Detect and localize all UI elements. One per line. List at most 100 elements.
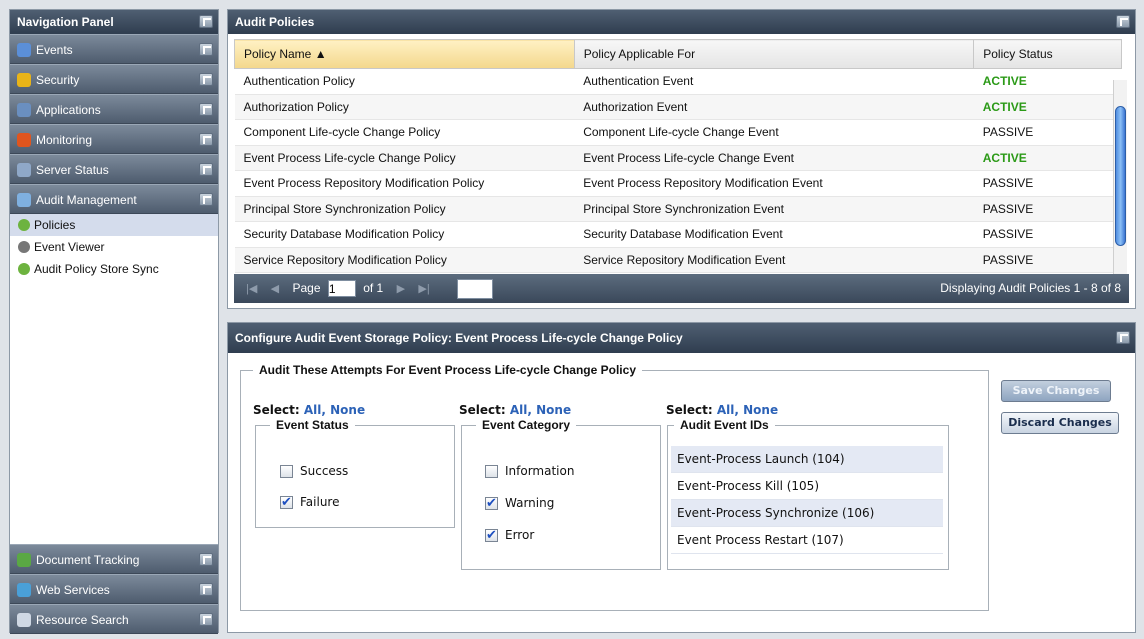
policy-name-cell: Authorization Policy xyxy=(234,94,575,120)
warning-checkbox[interactable]: Warning xyxy=(485,494,554,514)
column-header-policy-status[interactable]: Policy Status xyxy=(973,39,1122,69)
expand-section-icon[interactable] xyxy=(199,133,213,146)
nav-section-server-status[interactable]: Server Status xyxy=(10,154,218,184)
sidebar-item-label: Event Viewer xyxy=(34,240,105,254)
table-row[interactable]: Service Repository Modification Policy Se… xyxy=(234,247,1122,273)
nav-section-security[interactable]: Security xyxy=(10,64,218,94)
configure-policy-title: Configure Audit Event Storage Policy: Ev… xyxy=(228,323,1135,353)
collapse-config-icon[interactable] xyxy=(1116,331,1130,344)
server-status-icon xyxy=(17,163,31,177)
expand-section-icon[interactable] xyxy=(199,103,213,116)
failure-checkbox[interactable]: Failure xyxy=(280,493,339,513)
last-page-icon[interactable]: ▶| xyxy=(418,283,429,295)
event-ids-select-none-link[interactable]: None xyxy=(743,403,778,417)
next-page-icon[interactable]: ▶ xyxy=(397,283,405,295)
previous-page-icon[interactable]: ◀ xyxy=(271,283,279,295)
event-status-select-none-link[interactable]: None xyxy=(330,403,365,417)
failure-checkbox-box[interactable] xyxy=(280,494,293,512)
expand-section-icon[interactable] xyxy=(199,43,213,56)
table-row[interactable]: Component Life-cycle Change Policy Compon… xyxy=(234,119,1122,146)
discard-changes-button[interactable]: Discard Changes xyxy=(1001,412,1119,434)
sidebar-item-label: Policies xyxy=(34,218,76,232)
column-header-policy-name[interactable]: Policy Name ▲ xyxy=(234,39,575,69)
pager-info: Displaying Audit Policies 1 - 8 of 8 xyxy=(940,281,1121,295)
list-item[interactable]: Event-Process Kill (105) xyxy=(671,473,943,500)
policy-status-cell: ACTIVE xyxy=(973,94,1122,120)
sidebar-item-audit-policy-store-sync[interactable]: Audit Policy Store Sync xyxy=(10,258,218,280)
nav-section-label: Security xyxy=(36,73,80,87)
policy-status-cell: PASSIVE xyxy=(973,247,1122,273)
monitoring-icon xyxy=(17,133,31,147)
web-services-icon xyxy=(17,583,31,597)
information-checkbox-box[interactable] xyxy=(485,465,498,478)
nav-section-web-services[interactable]: Web Services xyxy=(10,574,218,604)
audit-management-subitems: Policies Event Viewer Audit Policy Store S… xyxy=(10,214,218,280)
success-checkbox[interactable]: Success xyxy=(280,462,348,482)
sidebar-item-event-viewer[interactable]: Event Viewer xyxy=(10,236,218,258)
nav-section-resource-search[interactable]: Resource Search xyxy=(10,604,218,634)
collapse-navigation-icon[interactable] xyxy=(199,15,213,28)
event-status-select-all-link[interactable]: All, xyxy=(304,403,326,417)
list-item[interactable]: Event Process Restart (107) xyxy=(671,527,943,554)
policies-vertical-scrollbar[interactable] xyxy=(1113,80,1127,292)
page-size-field[interactable] xyxy=(457,278,494,299)
information-checkbox[interactable]: Information xyxy=(485,462,574,482)
success-checkbox-box[interactable] xyxy=(280,465,293,478)
expand-section-icon[interactable] xyxy=(199,613,213,626)
applicable-for-cell: Authentication Event xyxy=(574,68,974,95)
audit-attempts-legend: Audit These Attempts For Event Process L… xyxy=(259,363,636,377)
navigation-panel-title-text: Navigation Panel xyxy=(17,15,114,29)
table-row[interactable]: Event Process Life-cycle Change Policy Ev… xyxy=(234,145,1122,171)
column-header-applicable-for[interactable]: Policy Applicable For xyxy=(573,39,975,69)
navigation-panel-title: Navigation Panel xyxy=(10,10,218,34)
table-row[interactable]: Authentication Policy Authentication Even… xyxy=(234,68,1122,95)
error-label: Error xyxy=(505,528,535,542)
expand-section-icon[interactable] xyxy=(199,553,213,566)
audit-event-ids-list[interactable]: Event-Process Launch (104) Event-Process … xyxy=(671,446,943,554)
policy-status-cell: ACTIVE xyxy=(973,145,1122,171)
page-number-input[interactable] xyxy=(327,280,356,298)
list-item[interactable]: Event-Process Launch (104) xyxy=(671,446,943,473)
table-row[interactable]: Event Process Repository Modification Po… xyxy=(234,170,1122,197)
nav-section-label: Resource Search xyxy=(36,613,129,627)
policy-name-cell: Event Process Life-cycle Change Policy xyxy=(234,145,575,171)
nav-section-document-tracking[interactable]: Document Tracking xyxy=(10,544,218,574)
nav-section-events[interactable]: Events xyxy=(10,34,218,64)
expand-section-icon[interactable] xyxy=(199,73,213,86)
nav-section-applications[interactable]: Applications xyxy=(10,94,218,124)
document-tracking-icon xyxy=(17,553,31,567)
error-checkbox-box[interactable] xyxy=(485,527,498,545)
scrollbar-thumb[interactable] xyxy=(1115,106,1126,246)
warning-checkbox-box[interactable] xyxy=(485,495,498,513)
expand-section-icon[interactable] xyxy=(199,193,213,206)
page-label: Page xyxy=(292,281,321,295)
expand-section-icon[interactable] xyxy=(199,163,213,176)
save-changes-button[interactable]: Save Changes xyxy=(1001,380,1111,402)
event-ids-select-all-link[interactable]: All, xyxy=(717,403,739,417)
error-checkbox[interactable]: Error xyxy=(485,526,534,546)
table-row[interactable]: Principal Store Synchronization Policy Pr… xyxy=(234,196,1122,222)
expand-section-icon[interactable] xyxy=(199,583,213,596)
event-category-select-line: Select: All, None xyxy=(459,403,571,417)
audit-policies-title: Audit Policies xyxy=(228,10,1135,34)
list-item[interactable]: Event-Process Synchronize (106) xyxy=(671,500,943,527)
nav-section-audit-management[interactable]: Audit Management xyxy=(10,184,218,214)
page-count-label: of 1 xyxy=(363,281,384,295)
events-icon xyxy=(17,43,31,57)
table-row[interactable]: Security Database Modification Policy Sec… xyxy=(234,221,1122,248)
event-status-select-line: Select: All, None xyxy=(253,403,365,417)
applicable-for-cell: Authorization Event xyxy=(574,94,974,120)
event-category-select-none-link[interactable]: None xyxy=(536,403,571,417)
navigation-panel: Navigation Panel Events Security Applicati… xyxy=(9,9,219,634)
table-row[interactable]: Authorization Policy Authorization Event A… xyxy=(234,94,1122,120)
event-category-select-all-link[interactable]: All, xyxy=(510,403,532,417)
collapse-policies-icon[interactable] xyxy=(1116,15,1130,28)
first-page-icon[interactable]: |◀ xyxy=(246,283,257,295)
warning-label: Warning xyxy=(505,496,555,510)
nav-section-label: Events xyxy=(36,43,73,57)
applicable-for-cell: Event Process Repository Modification Ev… xyxy=(574,170,974,197)
policies-table-body: Authentication Policy Authentication Even… xyxy=(234,68,1122,273)
nav-section-monitoring[interactable]: Monitoring xyxy=(10,124,218,154)
policy-name-cell: Principal Store Synchronization Policy xyxy=(234,196,575,222)
sidebar-item-policies[interactable]: Policies xyxy=(10,214,218,236)
